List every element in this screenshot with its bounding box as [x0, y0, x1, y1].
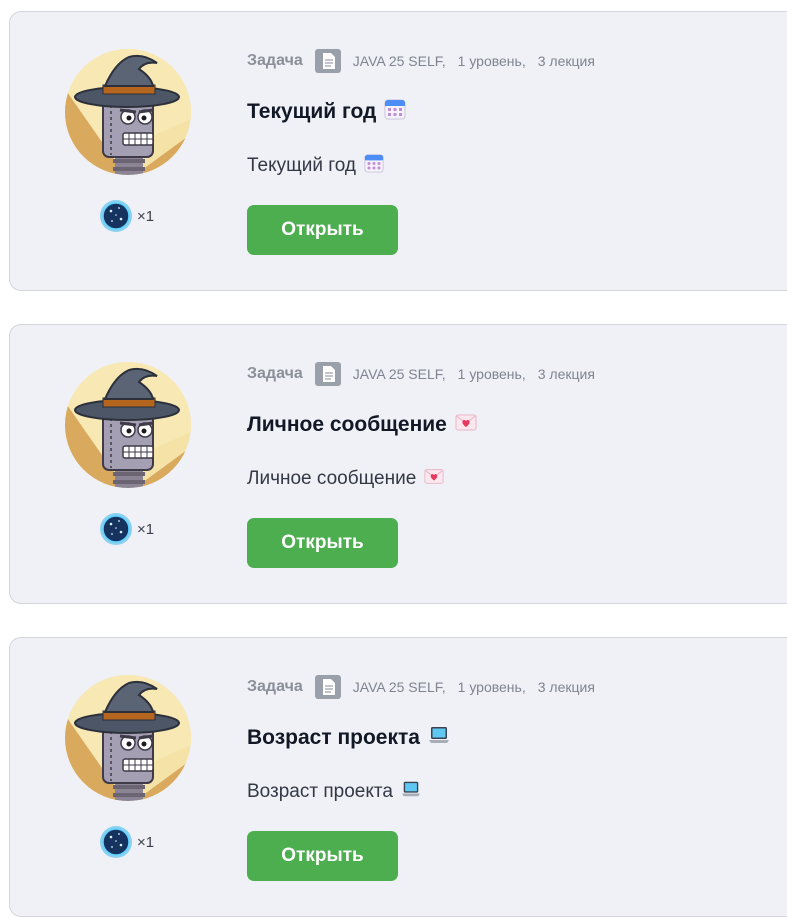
dark-matter-orb-icon	[99, 825, 133, 859]
task-description-text: Личное сообщение	[247, 468, 417, 489]
reward-count: ×1	[137, 520, 155, 538]
laptop-icon	[401, 779, 421, 805]
reward-badge: ×1	[99, 199, 154, 233]
task-title: Личное сообщение	[247, 411, 477, 439]
course-name[interactable]: JAVA 25 SELF,	[353, 53, 446, 69]
reward-badge: ×1	[99, 512, 154, 546]
task-card: ×1 Задача JAVA 25 SELF, 1 уровень, 3 лек…	[9, 11, 787, 291]
open-button[interactable]: Открыть	[247, 518, 398, 568]
task-type-label: Задача	[247, 678, 303, 695]
laptop-icon-art	[428, 724, 450, 746]
level-label[interactable]: 1 уровень,	[458, 679, 526, 695]
open-button[interactable]: Открыть	[247, 831, 398, 881]
level-label[interactable]: 1 уровень,	[458, 366, 526, 382]
document-icon	[303, 675, 341, 699]
robot-wizard-art	[65, 675, 191, 801]
task-description-text: Текущий год	[247, 155, 357, 176]
reward-badge: ×1	[99, 825, 154, 859]
calendar-icon-art	[364, 153, 384, 173]
task-title-text: Текущий год	[247, 100, 377, 123]
lecture-label[interactable]: 3 лекция	[538, 53, 595, 69]
open-button[interactable]: Открыть	[247, 205, 398, 255]
reward-count: ×1	[137, 833, 155, 851]
love-letter-icon	[424, 466, 444, 492]
orb-art	[99, 825, 133, 859]
doc-art	[315, 675, 341, 699]
course-name[interactable]: JAVA 25 SELF,	[353, 366, 446, 382]
task-meta: Задача JAVA 25 SELF, 1 уровень, 3 лекция	[247, 674, 595, 700]
level-label[interactable]: 1 уровень,	[458, 53, 526, 69]
laptop-icon	[428, 724, 450, 752]
love-letter-icon-art	[455, 411, 477, 433]
calendar-icon-art	[384, 98, 406, 120]
task-description: Личное сообщение	[247, 466, 444, 492]
robot-wizard-art	[65, 362, 191, 488]
lecture-label[interactable]: 3 лекция	[538, 679, 595, 695]
task-meta: Задача JAVA 25 SELF, 1 уровень, 3 лекция	[247, 48, 595, 74]
task-title-text: Возраст проекта	[247, 726, 420, 749]
calendar-icon	[384, 98, 406, 126]
calendar-icon	[364, 153, 384, 179]
task-title: Возраст проекта	[247, 724, 450, 752]
doc-art	[315, 362, 341, 386]
orb-art	[99, 199, 133, 233]
task-description-text: Возраст проекта	[247, 781, 393, 802]
task-title: Текущий год	[247, 98, 406, 126]
dark-matter-orb-icon	[99, 512, 133, 546]
dark-matter-orb-icon	[99, 199, 133, 233]
laptop-icon-art	[401, 779, 421, 799]
task-meta: Задача JAVA 25 SELF, 1 уровень, 3 лекция	[247, 361, 595, 387]
orb-art	[99, 512, 133, 546]
task-type-label: Задача	[247, 365, 303, 382]
love-letter-icon	[455, 411, 477, 439]
task-type-label: Задача	[247, 52, 303, 69]
doc-art	[315, 49, 341, 73]
robot-wizard-avatar	[65, 675, 191, 801]
love-letter-icon-art	[424, 466, 444, 486]
task-card: ×1 Задача JAVA 25 SELF, 1 уровень, 3 лек…	[9, 637, 787, 917]
reward-count: ×1	[137, 207, 155, 225]
task-description: Текущий год	[247, 153, 384, 179]
robot-wizard-avatar	[65, 362, 191, 488]
course-name[interactable]: JAVA 25 SELF,	[353, 679, 446, 695]
task-description: Возраст проекта	[247, 779, 421, 805]
task-title-text: Личное сообщение	[247, 413, 447, 436]
task-card: ×1 Задача JAVA 25 SELF, 1 уровень, 3 лек…	[9, 324, 787, 604]
lecture-label[interactable]: 3 лекция	[538, 366, 595, 382]
robot-wizard-avatar	[65, 49, 191, 175]
robot-wizard-art	[65, 49, 191, 175]
document-icon	[303, 362, 341, 386]
document-icon	[303, 49, 341, 73]
